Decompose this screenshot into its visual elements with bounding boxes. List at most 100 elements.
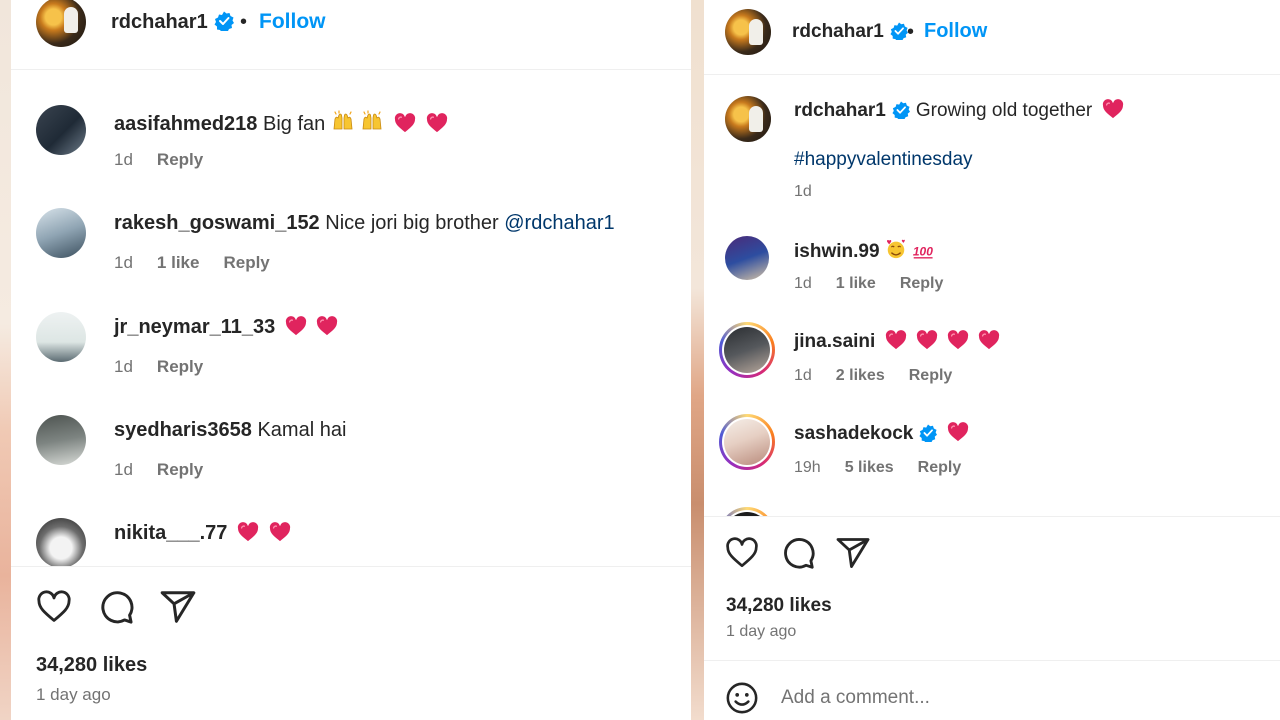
comment-text: nikita___.77 bbox=[114, 522, 291, 545]
comment-text: jr_neymar_11_33 bbox=[114, 316, 338, 339]
story-ring-avatar[interactable] bbox=[719, 414, 775, 470]
reply-button[interactable]: Reply bbox=[157, 357, 203, 376]
reply-button[interactable]: Reply bbox=[157, 460, 203, 479]
action-divider bbox=[11, 566, 691, 567]
raised-hands-icon bbox=[331, 109, 355, 133]
comment-username[interactable]: jr_neymar_11_33 bbox=[114, 316, 275, 338]
action-divider bbox=[704, 516, 1280, 517]
red-heart-icon bbox=[978, 330, 1000, 350]
comment-time: 1d bbox=[114, 357, 133, 376]
red-heart-icon bbox=[237, 522, 259, 542]
comment-username[interactable]: sashadekock bbox=[794, 423, 913, 444]
verified-badge-icon bbox=[214, 11, 234, 31]
red-heart-icon bbox=[916, 330, 938, 350]
like-heart-icon[interactable] bbox=[724, 535, 760, 571]
comment-text: ishwin.99 bbox=[794, 238, 936, 263]
comment-meta: 1d 2 likes Reply bbox=[794, 367, 976, 385]
red-heart-icon bbox=[269, 522, 291, 542]
comment-likes[interactable]: 5 likes bbox=[845, 459, 894, 476]
comment-username[interactable]: aasifahmed218 bbox=[114, 113, 257, 135]
header-divider bbox=[11, 69, 691, 70]
commenter-avatar[interactable] bbox=[36, 312, 86, 362]
reply-button[interactable]: Reply bbox=[918, 459, 962, 476]
comment-text: jina.saini bbox=[794, 330, 1000, 353]
post-time-ago: 1 day ago bbox=[36, 685, 111, 704]
comment-username[interactable]: jina.saini bbox=[794, 331, 875, 352]
red-heart-icon bbox=[1102, 99, 1124, 119]
comment-time: 1d bbox=[794, 275, 812, 292]
emoji-smiley-icon[interactable] bbox=[725, 681, 759, 715]
comment-meta: 19h 5 likes Reply bbox=[794, 459, 985, 477]
comment-meta: 1d 1 like Reply bbox=[114, 253, 294, 273]
comment-username[interactable]: ishwin.99 bbox=[794, 241, 880, 262]
like-count[interactable]: 34,280 likes bbox=[36, 654, 147, 677]
commenter-avatar[interactable] bbox=[725, 236, 769, 280]
comment-meta: 1d Reply bbox=[114, 357, 227, 377]
comment-text: aasifahmed218 Big fan bbox=[114, 109, 448, 136]
comment-bubble-icon[interactable] bbox=[780, 535, 816, 571]
share-paper-plane-icon[interactable] bbox=[835, 535, 871, 571]
background-photo-edge-middle bbox=[691, 0, 704, 720]
header-divider bbox=[704, 74, 1280, 75]
caption-time: 1d bbox=[794, 183, 812, 200]
owner-avatar[interactable] bbox=[36, 0, 86, 47]
verified-badge-icon bbox=[892, 101, 910, 119]
owner-username[interactable]: rdchahar1 bbox=[111, 11, 234, 34]
follow-button[interactable]: Follow bbox=[259, 10, 326, 34]
red-heart-icon bbox=[316, 316, 338, 336]
share-paper-plane-icon[interactable] bbox=[159, 588, 197, 626]
commenter-avatar[interactable] bbox=[36, 415, 86, 465]
background-photo-edge-left bbox=[0, 0, 11, 720]
reply-button[interactable]: Reply bbox=[223, 253, 269, 272]
comment-username[interactable]: syedharis3658 bbox=[114, 419, 252, 441]
red-heart-icon bbox=[947, 330, 969, 350]
comment-time: 1d bbox=[114, 253, 133, 272]
comment-text: sashadekock bbox=[794, 422, 969, 445]
follow-button[interactable]: Follow bbox=[924, 20, 987, 43]
owner-username[interactable]: rdchahar1 bbox=[792, 21, 908, 43]
red-heart-icon bbox=[947, 422, 969, 442]
post-panel-right: rdchahar1 • Follow rdchahar1 Growing old … bbox=[704, 0, 1280, 720]
red-heart-icon bbox=[285, 316, 307, 336]
comment-text: rakesh_goswami_152 Nice jori big brother… bbox=[114, 212, 615, 234]
verified-badge-icon bbox=[890, 22, 908, 40]
comment-username[interactable]: nikita___.77 bbox=[114, 522, 227, 544]
comment-meta: 1d Reply bbox=[114, 150, 227, 170]
comment-likes[interactable]: 2 likes bbox=[836, 367, 885, 384]
commenter-avatar[interactable] bbox=[36, 105, 86, 155]
comment-text: syedharis3658 Kamal hai bbox=[114, 419, 347, 441]
like-count[interactable]: 34,280 likes bbox=[726, 595, 832, 617]
comment-meta: 1d 1 like Reply bbox=[794, 275, 967, 293]
commenter-avatar[interactable] bbox=[36, 518, 86, 568]
comment-bubble-icon[interactable] bbox=[97, 588, 135, 626]
hashtag-link[interactable]: #happyvalentinesday bbox=[794, 149, 973, 171]
commenter-avatar[interactable] bbox=[36, 208, 86, 258]
comment-box-divider bbox=[704, 660, 1280, 661]
comment-likes[interactable]: 1 like bbox=[836, 275, 876, 292]
like-heart-icon[interactable] bbox=[35, 588, 73, 626]
reply-button[interactable]: Reply bbox=[900, 275, 944, 292]
comment-time: 1d bbox=[114, 460, 133, 479]
owner-avatar[interactable] bbox=[725, 9, 771, 55]
comment-username[interactable]: rakesh_goswami_152 bbox=[114, 212, 320, 234]
reply-button[interactable]: Reply bbox=[909, 367, 953, 384]
mention-link[interactable]: @rdchahar1 bbox=[504, 212, 614, 234]
comment-time: 1d bbox=[114, 150, 133, 169]
raised-hands-icon bbox=[360, 109, 384, 133]
comment-meta: 1d Reply bbox=[114, 460, 227, 480]
comment-time: 1d bbox=[794, 367, 812, 384]
add-comment-input[interactable]: Add a comment... bbox=[781, 687, 930, 709]
reply-button[interactable]: Reply bbox=[157, 150, 203, 169]
separator-dot: • bbox=[240, 11, 248, 33]
verified-badge-icon bbox=[919, 424, 937, 442]
separator-dot: • bbox=[907, 21, 915, 43]
comment-likes[interactable]: 1 like bbox=[157, 253, 200, 272]
red-heart-icon bbox=[394, 113, 416, 133]
post-panel-left: rdchahar1 • Follow aasifahmed218 Big fan… bbox=[11, 0, 691, 720]
red-heart-icon bbox=[885, 330, 907, 350]
post-time-ago: 1 day ago bbox=[726, 623, 797, 640]
hundred-points-icon bbox=[912, 242, 936, 260]
story-ring-avatar[interactable] bbox=[719, 322, 775, 378]
caption-username[interactable]: rdchahar1 bbox=[794, 100, 886, 121]
caption-avatar[interactable] bbox=[725, 96, 771, 142]
